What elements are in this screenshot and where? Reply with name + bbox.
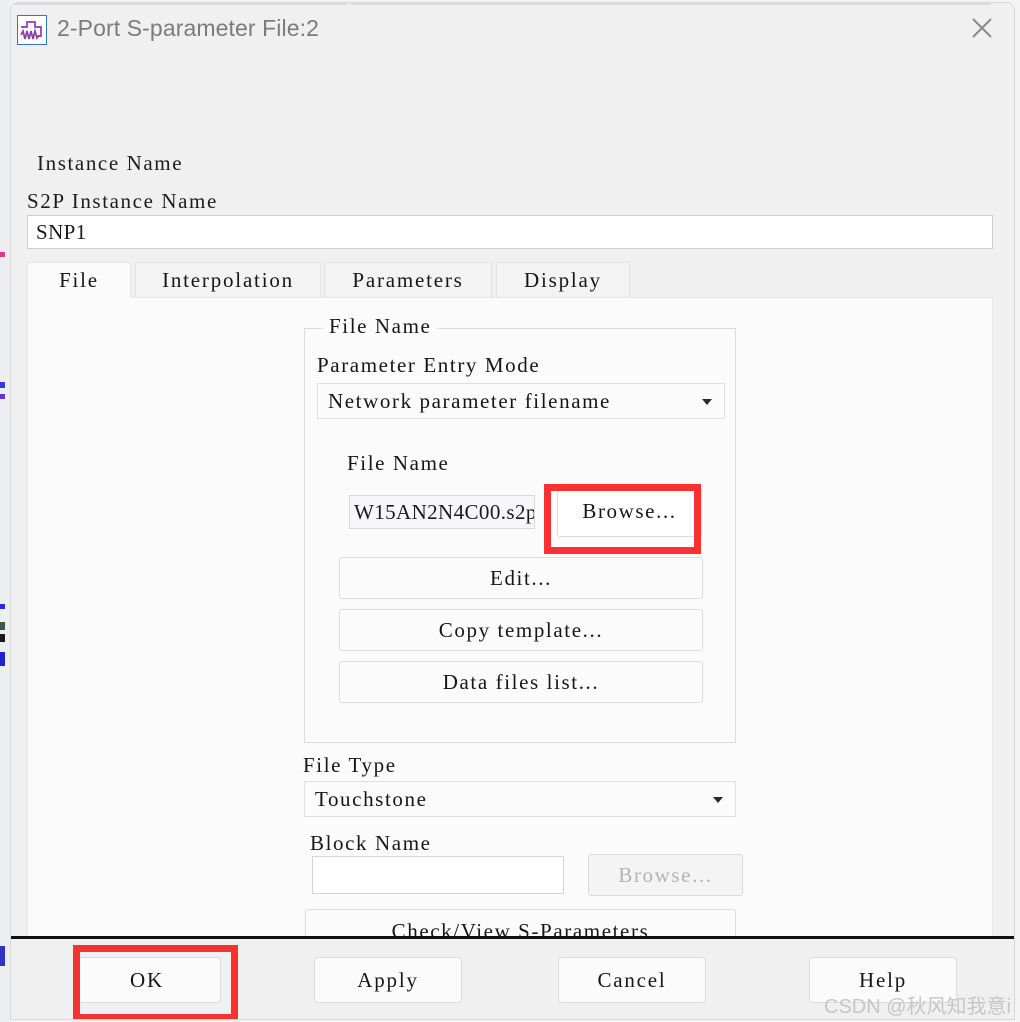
- tab-display[interactable]: Display: [496, 262, 630, 298]
- copy-template-button[interactable]: Copy template...: [339, 609, 703, 651]
- data-files-list-button[interactable]: Data files list...: [339, 661, 703, 703]
- tab-file[interactable]: File: [27, 262, 131, 298]
- instance-name-heading: Instance Name: [37, 151, 184, 175]
- window-seam: [351, 3, 991, 5]
- window-title: 2-Port S-parameter File:2: [57, 15, 319, 41]
- screenshot-root: 2-Port S-parameter File:2 Instance Name …: [0, 0, 1020, 1022]
- file-name-groupbox: File Name Parameter Entry Mode Network p…: [304, 314, 736, 743]
- watermark: CSDN @秋风知我意i: [824, 996, 1011, 1018]
- background-fragment: [0, 604, 5, 609]
- file-name-group-title: File Name: [323, 314, 438, 339]
- dialog-window: 2-Port S-parameter File:2 Instance Name …: [10, 2, 1015, 1020]
- file-type-label: File Type: [303, 753, 397, 777]
- background-fragment: [0, 622, 5, 630]
- tab-interpolation[interactable]: Interpolation: [135, 262, 321, 298]
- file-name-input[interactable]: W15AN2N4C00.s2p: [349, 495, 535, 529]
- chevron-down-icon: [702, 399, 712, 405]
- ok-button[interactable]: OK: [73, 957, 221, 1003]
- s-parameter-device-icon: [17, 15, 47, 45]
- edit-button[interactable]: Edit...: [339, 557, 703, 599]
- cancel-button[interactable]: Cancel: [558, 957, 706, 1003]
- block-name-input[interactable]: [312, 856, 564, 894]
- background-fragment: [0, 252, 5, 257]
- browse-button[interactable]: Browse...: [557, 486, 702, 537]
- block-name-label: Block Name: [310, 831, 432, 855]
- title-bar: 2-Port S-parameter File:2: [11, 3, 1014, 59]
- background-app-strip: [0, 0, 10, 1022]
- background-fragment: [0, 946, 5, 966]
- background-fragment: [0, 652, 5, 666]
- s2p-instance-name-label: S2P Instance Name: [27, 189, 218, 213]
- file-type-select[interactable]: Touchstone: [304, 781, 736, 817]
- apply-button[interactable]: Apply: [314, 957, 462, 1003]
- s2p-instance-name-input[interactable]: SNP1: [27, 215, 993, 249]
- parameter-entry-mode-value: Network parameter filename: [328, 388, 611, 413]
- block-name-browse-button: Browse...: [588, 854, 743, 896]
- file-name-label: File Name: [347, 451, 450, 475]
- close-icon[interactable]: [950, 3, 1014, 53]
- background-fragment: [0, 394, 5, 399]
- parameter-entry-mode-select[interactable]: Network parameter filename: [317, 383, 725, 419]
- background-fragment: [0, 634, 5, 642]
- background-fragment: [0, 382, 5, 388]
- tab-bar: File Interpolation Parameters Display: [27, 262, 993, 298]
- parameter-entry-mode-label: Parameter Entry Mode: [317, 353, 541, 377]
- file-type-value: Touchstone: [315, 786, 428, 811]
- window-seam: [11, 3, 347, 5]
- tab-parameters[interactable]: Parameters: [324, 262, 492, 298]
- dialog-body: Instance Name S2P Instance Name SNP1 Fil…: [11, 59, 1014, 989]
- tab-panel-file: File Name Parameter Entry Mode Network p…: [27, 297, 993, 973]
- chevron-down-icon: [713, 797, 723, 803]
